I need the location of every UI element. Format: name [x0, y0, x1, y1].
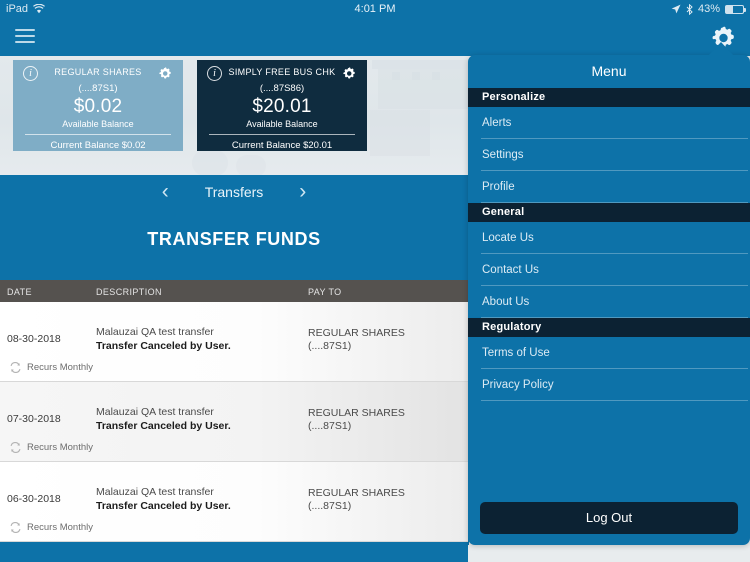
chevron-left-icon[interactable]: ‹	[162, 181, 169, 202]
table-row[interactable]: 07-30-2018 Malauzai QA test transfer Tra…	[0, 382, 468, 462]
table-header-row: DATE DESCRIPTION PAY TO	[0, 280, 468, 302]
transfer-date: 08-30-2018	[7, 333, 61, 345]
app-screen: iPad 4:01 PM 43% i REGULAR SHARES (....8…	[0, 0, 750, 562]
gear-icon[interactable]	[342, 66, 357, 81]
menu-item-alerts[interactable]: Alerts	[468, 107, 750, 139]
location-arrow-icon	[671, 4, 681, 14]
background-watermark	[192, 150, 228, 175]
account-number: (....87S1)	[78, 83, 118, 94]
menu-item-settings[interactable]: Settings	[468, 139, 750, 171]
menu-section-header-personalize: Personalize	[468, 88, 750, 107]
repeat-icon	[9, 362, 22, 373]
background-watermark	[370, 110, 430, 156]
menu-item-privacy-policy[interactable]: Privacy Policy	[468, 369, 750, 401]
available-balance-label: Available Balance	[62, 119, 134, 129]
account-name: SIMPLY FREE BUS CHK	[228, 67, 336, 77]
menu-item-locate-us[interactable]: Locate Us	[468, 222, 750, 254]
divider	[25, 134, 171, 135]
divider	[209, 134, 355, 135]
available-balance-amount: $0.02	[73, 96, 123, 117]
menu-pointer-arrow	[708, 42, 734, 56]
current-balance-label: Current Balance $0.02	[50, 140, 146, 151]
chevron-right-icon[interactable]: ›	[299, 181, 306, 202]
transfer-status: Transfer Canceled by User.	[96, 340, 231, 352]
account-number: (....87S86)	[259, 83, 305, 94]
menu-item-contact-us[interactable]: Contact Us	[468, 254, 750, 286]
background-watermark	[392, 72, 400, 80]
gear-icon[interactable]	[158, 66, 173, 81]
settings-menu-panel: Menu Personalize Alerts Settings Profile…	[468, 55, 750, 545]
available-balance-label: Available Balance	[246, 119, 318, 129]
repeat-icon	[9, 522, 22, 533]
row-divider	[0, 541, 468, 542]
account-name: REGULAR SHARES	[54, 67, 142, 77]
recurrence-info: Recurs Monthly	[9, 362, 93, 373]
available-balance-amount: $20.01	[252, 96, 312, 117]
menu-item-about-us[interactable]: About Us	[468, 286, 750, 318]
menu-item-terms-of-use[interactable]: Terms of Use	[468, 337, 750, 369]
page-nav-bar: ‹ Transfers ›	[0, 175, 468, 211]
bluetooth-icon	[686, 3, 693, 15]
account-card-header: i SIMPLY FREE BUS CHK	[207, 66, 357, 82]
column-header-payto: PAY TO	[308, 287, 342, 297]
transfer-date: 07-30-2018	[7, 413, 61, 425]
transfer-description: Malauzai QA test transfer	[96, 326, 214, 338]
logout-button[interactable]: Log Out	[480, 502, 738, 534]
transfer-payto: REGULAR SHARES	[308, 407, 405, 419]
transfer-description: Malauzai QA test transfer	[96, 406, 214, 418]
clock-label: 4:01 PM	[354, 3, 396, 15]
menu-section-header-general: General	[468, 203, 750, 222]
repeat-icon	[9, 442, 22, 453]
account-card-header: i REGULAR SHARES	[23, 66, 173, 82]
current-balance-label: Current Balance $20.01	[231, 140, 333, 151]
hamburger-menu-icon[interactable]	[15, 27, 35, 45]
background-watermark	[432, 72, 440, 80]
battery-icon	[725, 4, 746, 14]
menu-item-profile[interactable]: Profile	[468, 171, 750, 203]
recurrence-label: Recurs Monthly	[27, 362, 93, 373]
account-card[interactable]: i REGULAR SHARES (....87S1) $0.02 Availa…	[13, 60, 183, 151]
status-bar-right: 43%	[671, 3, 746, 15]
transfer-payto: REGULAR SHARES	[308, 487, 405, 499]
transfer-payto: REGULAR SHARES	[308, 327, 405, 339]
column-header-description: DESCRIPTION	[96, 287, 162, 297]
transfers-page: ‹ Transfers › TRANSFER FUNDS DATE DESCRI…	[0, 175, 468, 562]
menu-title: Menu	[591, 63, 627, 79]
transfer-payto-account: (....87S1)	[308, 420, 352, 432]
table-row[interactable]: 06-30-2018 Malauzai QA test transfer Tra…	[0, 462, 468, 542]
battery-percent-label: 43%	[697, 3, 720, 15]
menu-section-header-regulatory: Regulatory	[468, 318, 750, 337]
background-watermark	[236, 155, 266, 175]
app-header-bar	[0, 18, 750, 56]
recurrence-label: Recurs Monthly	[27, 522, 93, 533]
transfers-table-body[interactable]: 08-30-2018 Malauzai QA test transfer Tra…	[0, 302, 468, 562]
recurrence-info: Recurs Monthly	[9, 442, 93, 453]
ios-status-bar: iPad 4:01 PM 43%	[0, 0, 750, 18]
recurrence-info: Recurs Monthly	[9, 522, 93, 533]
transfer-date: 06-30-2018	[7, 493, 61, 505]
bottom-gutter	[468, 545, 750, 562]
transfer-payto-account: (....87S1)	[308, 340, 352, 352]
transfer-payto-account: (....87S1)	[308, 500, 352, 512]
transfer-status: Transfer Canceled by User.	[96, 500, 231, 512]
nav-title: Transfers	[204, 183, 264, 200]
recurrence-label: Recurs Monthly	[27, 442, 93, 453]
page-title: TRANSFER FUNDS	[147, 229, 321, 249]
transfer-status: Transfer Canceled by User.	[96, 420, 231, 432]
column-header-date: DATE	[7, 287, 32, 297]
background-watermark	[412, 72, 420, 80]
transfer-description: Malauzai QA test transfer	[96, 486, 214, 498]
account-card[interactable]: i SIMPLY FREE BUS CHK (....87S86) $20.01…	[197, 60, 367, 151]
table-row[interactable]: 08-30-2018 Malauzai QA test transfer Tra…	[0, 302, 468, 382]
